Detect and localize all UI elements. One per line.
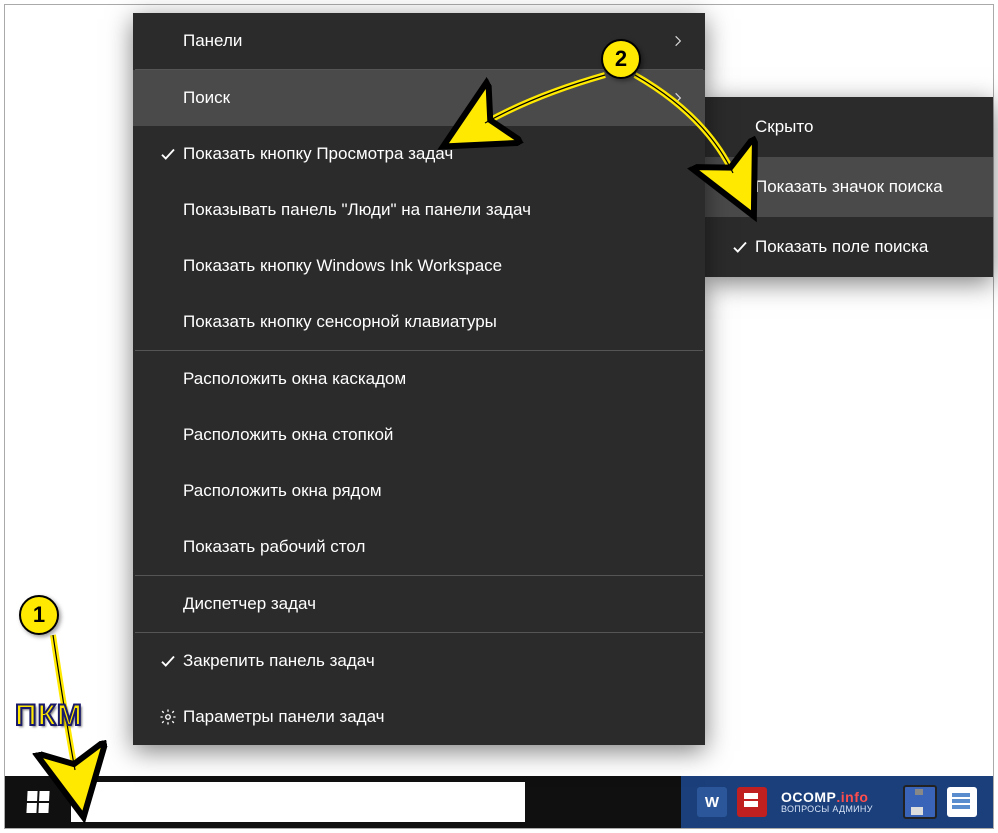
menu-item-show-people[interactable]: Показывать панель "Люди" на панели задач [133,182,705,238]
menu-item-taskbar-settings[interactable]: Параметры панели задач [133,689,705,745]
checkmark-icon [153,652,183,670]
menu-label: Показать кнопку Просмотра задач [183,144,685,164]
menu-item-show-taskview[interactable]: Показать кнопку Просмотра задач [133,126,705,182]
menu-label: Показывать панель "Люди" на панели задач [183,200,685,220]
annotation-callout-1: 1 [19,595,59,635]
menu-item-lock-taskbar[interactable]: Закрепить панель задач [133,633,705,689]
checkmark-icon [153,145,183,163]
chevron-right-icon [661,91,685,105]
doc-app-icon[interactable] [947,787,977,817]
app-icon-red[interactable] [737,787,767,817]
menu-item-sidebyside[interactable]: Расположить окна рядом [133,463,705,519]
menu-label: Диспетчер задач [183,594,685,614]
callout-number: 2 [615,46,627,72]
annotation-callout-2: 2 [601,39,641,79]
menu-item-task-manager[interactable]: Диспетчер задач [133,576,705,632]
menu-label: Показать кнопку Windows Ink Workspace [183,256,685,276]
submenu-item-show-box[interactable]: Показать поле поиска [705,217,993,277]
taskbar-context-menu: Панели Поиск Показать кнопку Просмотра з… [133,13,705,745]
submenu-item-hidden[interactable]: Скрыто [705,97,993,157]
menu-item-show-touchkb[interactable]: Показать кнопку сенсорной клавиатуры [133,294,705,350]
menu-label: Показать значок поиска [755,177,973,197]
menu-item-cascade[interactable]: Расположить окна каскадом [133,351,705,407]
menu-label: Расположить окна стопкой [183,425,685,445]
menu-label: Скрыто [755,117,973,137]
menu-item-show-ink[interactable]: Показать кнопку Windows Ink Workspace [133,238,705,294]
menu-label: Показать поле поиска [755,237,973,257]
watermark-line1-b: .info [836,789,868,805]
watermark-line1-a: OCOMP [781,789,836,805]
menu-item-stacked[interactable]: Расположить окна стопкой [133,407,705,463]
gear-icon [153,708,183,726]
watermark-logo: OCOMP.info ВОПРОСЫ АДМИНУ [781,790,873,814]
taskbar: OCOMP.info ВОПРОСЫ АДМИНУ [5,776,993,828]
callout-number: 1 [33,602,45,628]
windows-logo-icon [26,791,49,813]
menu-item-show-desktop[interactable]: Показать рабочий стол [133,519,705,575]
menu-label: Расположить окна каскадом [183,369,685,389]
word-app-icon[interactable] [697,787,727,817]
menu-label: Закрепить панель задач [183,651,685,671]
submenu-item-show-icon[interactable]: Показать значок поиска [705,157,993,217]
taskbar-search-box[interactable] [71,782,525,822]
watermark-line2: ВОПРОСЫ АДМИНУ [781,805,873,814]
start-button[interactable] [5,776,71,828]
menu-label: Показать кнопку сенсорной клавиатуры [183,312,685,332]
screenshot-frame: OCOMP.info ВОПРОСЫ АДМИНУ Панели Поиск [4,4,994,829]
search-submenu: Скрыто Показать значок поиска Показать п… [705,97,993,277]
chevron-right-icon [661,34,685,48]
menu-label: Расположить окна рядом [183,481,685,501]
menu-label: Параметры панели задач [183,707,685,727]
menu-label: Показать рабочий стол [183,537,685,557]
menu-label: Поиск [183,88,661,108]
annotation-pkm-text: ПКМ [15,699,83,733]
checkmark-icon [725,238,755,256]
floppy-app-icon[interactable] [903,785,937,819]
menu-label: Панели [183,31,661,51]
taskbar-right-area: OCOMP.info ВОПРОСЫ АДМИНУ [681,776,993,828]
